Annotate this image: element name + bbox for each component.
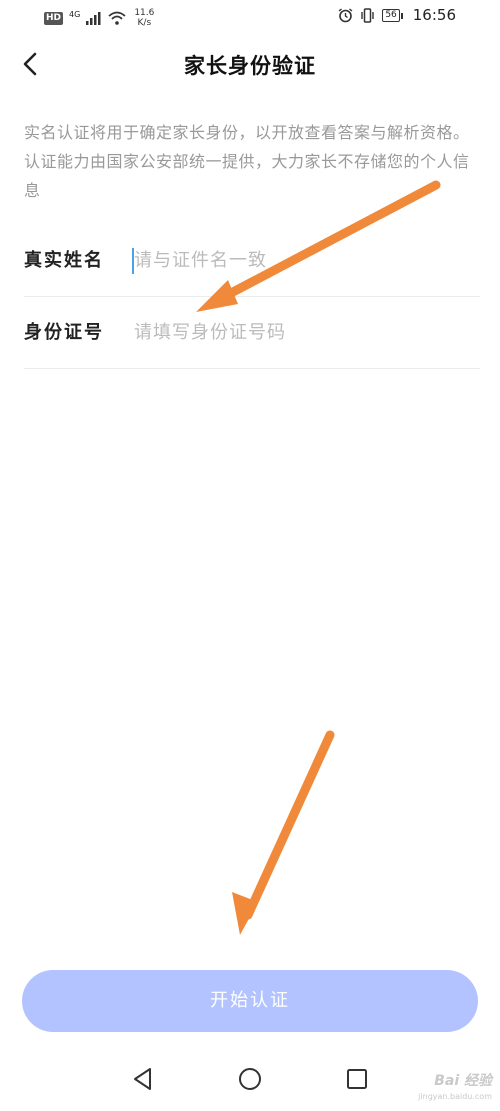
name-row: 真实姓名 [24, 224, 480, 297]
battery-icon: 56 [382, 8, 404, 22]
id-label: 身份证号 [24, 322, 104, 343]
cellular-signal-icon [86, 11, 101, 25]
hd-badge: HD [44, 11, 64, 25]
status-bar: HD 4G 11.6 K/s 56 16:56 [0, 0, 500, 36]
square-recents-icon [347, 1069, 367, 1089]
system-nav-bar: Bai 经验 jingyan.baidu.com [0, 1050, 500, 1111]
triangle-back-icon [134, 1068, 151, 1090]
net-speed: 11.6 K/s [134, 8, 154, 28]
net-speed-unit: K/s [137, 18, 152, 28]
id-row: 身份证号 [24, 296, 480, 369]
signal-icon: 4G [69, 9, 81, 19]
status-left: HD 4G 11.6 K/s [44, 8, 154, 28]
circle-home-icon [239, 1068, 261, 1090]
system-home-button[interactable] [235, 1064, 265, 1094]
system-back-button[interactable] [128, 1064, 158, 1094]
start-verification-button[interactable]: 开始认证 [22, 970, 478, 1032]
status-time: 16:56 [412, 6, 456, 24]
wifi-icon [108, 11, 126, 25]
system-recents-button[interactable] [342, 1064, 372, 1094]
net-speed-value: 11.6 [134, 8, 155, 18]
name-input[interactable] [134, 244, 464, 276]
intro-text: 实名认证将用于确定家长身份，以开放查看答案与解析资格。认证能力由国家公安部统一提… [24, 123, 470, 200]
alarm-icon [338, 7, 353, 22]
watermark-text: Bai 经验 [434, 1073, 492, 1089]
arrow-to-start-button [232, 730, 335, 935]
status-right: 56 16:56 [338, 6, 456, 24]
watermark: Bai 经验 jingyan.baidu.com [418, 1073, 492, 1105]
page-title: 家长身份验证 [184, 54, 316, 78]
name-label: 真实姓名 [24, 250, 104, 271]
id-number-input[interactable] [134, 316, 464, 348]
nav-bar: 家长身份验证 [0, 38, 500, 88]
vibrate-icon [361, 7, 375, 23]
watermark-url: jingyan.baidu.com [418, 1092, 492, 1101]
